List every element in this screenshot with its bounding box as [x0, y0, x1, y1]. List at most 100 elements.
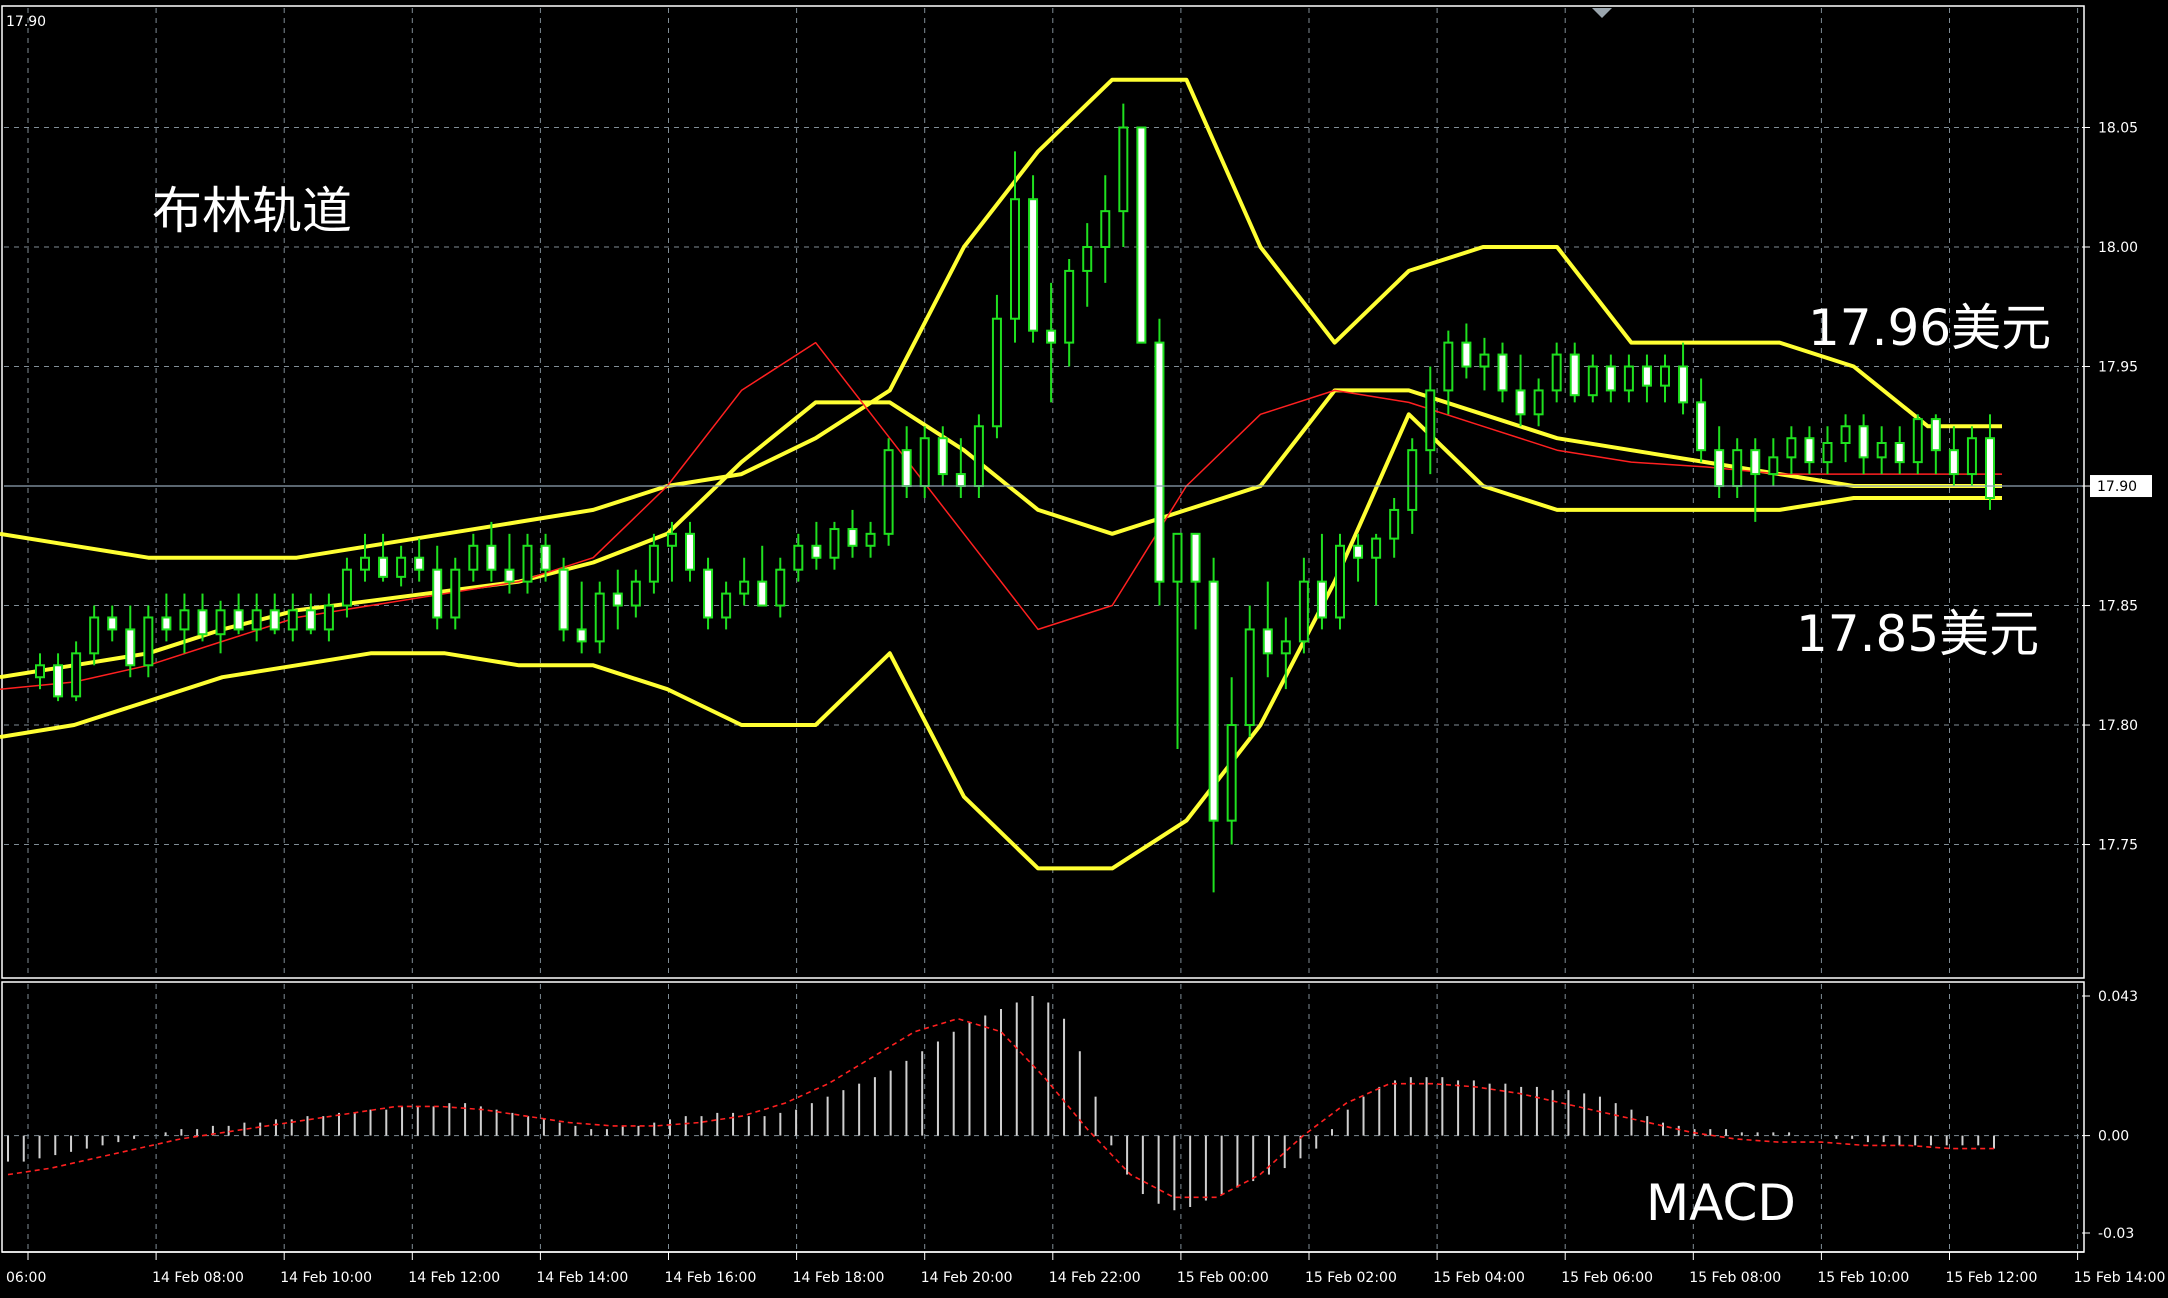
candle-body	[666, 532, 677, 547]
candle-body	[1082, 246, 1093, 272]
candle-body	[1208, 580, 1219, 822]
time-axis-label: 15 Feb 12:00	[1946, 1270, 2038, 1286]
price-axis-label: 17.75	[2098, 838, 2138, 854]
candle-body	[161, 616, 172, 631]
candle-body	[1371, 537, 1382, 559]
candle-body	[1010, 198, 1020, 320]
candle-body	[233, 609, 244, 631]
candle-body	[1696, 401, 1707, 452]
candle-body	[251, 609, 262, 631]
candle-body	[811, 544, 822, 559]
candle-body	[865, 532, 876, 547]
candle-body	[360, 556, 370, 571]
candle-body	[1262, 628, 1273, 655]
price-axis-label: 17.95	[2098, 360, 2138, 376]
candle-body	[1840, 425, 1851, 445]
candle-body	[973, 425, 984, 488]
candle-body	[1660, 365, 1670, 387]
candle-body	[1786, 437, 1797, 459]
candle-body	[179, 609, 190, 631]
candle-body	[468, 544, 479, 571]
candle-body	[1154, 341, 1165, 583]
top-left-price-label: 17.90	[6, 14, 46, 30]
candle-body	[1966, 437, 1977, 476]
time-axis-label: 15 Feb 00:00	[1177, 1270, 1269, 1286]
candle-body	[143, 616, 154, 667]
candle-body	[558, 568, 569, 631]
candle-body	[937, 437, 948, 476]
price-axis-label: 17.80	[2098, 718, 2138, 734]
candle-body	[1985, 437, 1995, 499]
candle-body	[1804, 437, 1815, 464]
candle-body	[305, 609, 316, 631]
time-axis-label: 14 Feb 18:00	[793, 1270, 885, 1286]
candle-body	[1335, 544, 1345, 619]
candle-body	[1425, 389, 1436, 452]
candle-body	[775, 568, 786, 607]
candle-body	[1226, 724, 1237, 822]
upper-band-annotation: 17.96美元	[1808, 299, 2051, 357]
candle-body	[1100, 210, 1111, 249]
candle-body	[955, 473, 966, 488]
candle-body	[215, 609, 226, 636]
candle-body	[1461, 341, 1472, 368]
candle-body	[1298, 580, 1309, 643]
chart-title: 布林轨道	[152, 182, 352, 240]
candle-body	[396, 556, 407, 578]
candle-body	[1551, 353, 1562, 392]
candle-body	[125, 628, 136, 667]
time-axis-label: 15 Feb 02:00	[1305, 1270, 1397, 1286]
candle-body	[1190, 532, 1201, 583]
time-axis-label: 14 Feb 16:00	[665, 1270, 757, 1286]
candle-body	[107, 616, 118, 631]
current-price-label: 17.90	[2097, 479, 2137, 495]
candle-body	[576, 628, 587, 643]
candle-body	[847, 528, 858, 547]
candle-body	[1930, 418, 1941, 452]
macd-axis-label: 0.00	[2098, 1129, 2129, 1145]
candle-body	[1948, 449, 1959, 476]
candle-body	[1443, 341, 1454, 392]
candle-body	[1912, 418, 1923, 464]
time-axis-label: 14 Feb 14:00	[536, 1270, 628, 1286]
candle-body	[1605, 365, 1616, 392]
candle-body	[1569, 353, 1580, 397]
candle-body	[504, 568, 515, 583]
candle-body	[89, 616, 100, 655]
candle-body	[793, 544, 804, 571]
candle-body	[1732, 449, 1743, 488]
candle-body	[1497, 353, 1508, 392]
lower-band-annotation: 17.85美元	[1796, 605, 2039, 663]
candle-body	[323, 604, 334, 631]
candle-body	[1623, 365, 1634, 392]
candle-body	[685, 532, 695, 571]
candle-body	[1118, 126, 1129, 213]
candle-body	[522, 544, 533, 583]
candle-body	[703, 568, 714, 619]
candle-body	[414, 556, 425, 571]
candle-body	[1641, 365, 1652, 387]
time-axis-label: 15 Feb 10:00	[1817, 1270, 1909, 1286]
candle-body	[1714, 449, 1725, 488]
candle-body	[1876, 442, 1887, 459]
candle-body	[1407, 449, 1418, 511]
time-axis-label: 15 Feb 08:00	[1689, 1270, 1781, 1286]
candle-body	[901, 449, 912, 488]
candle-body	[1479, 353, 1490, 368]
candle-body	[829, 528, 840, 559]
candle-body	[1587, 365, 1598, 397]
candle-body	[1028, 198, 1039, 332]
time-axis-label: 14 Feb 12:00	[408, 1270, 500, 1286]
time-axis-label: 15 Feb 06:00	[1561, 1270, 1653, 1286]
candle-body	[486, 544, 497, 571]
macd-label: MACD	[1646, 1174, 1796, 1232]
candle-body	[1244, 628, 1255, 727]
candle-body	[269, 609, 280, 631]
candle-body	[287, 609, 298, 631]
candle-body	[450, 568, 461, 619]
time-axis-label: 14 Feb 20:00	[921, 1270, 1013, 1286]
candle-body	[540, 544, 551, 571]
macd-axis-label: -0.03	[2098, 1226, 2134, 1242]
candle-body	[1533, 389, 1544, 416]
candle-body	[919, 437, 930, 488]
